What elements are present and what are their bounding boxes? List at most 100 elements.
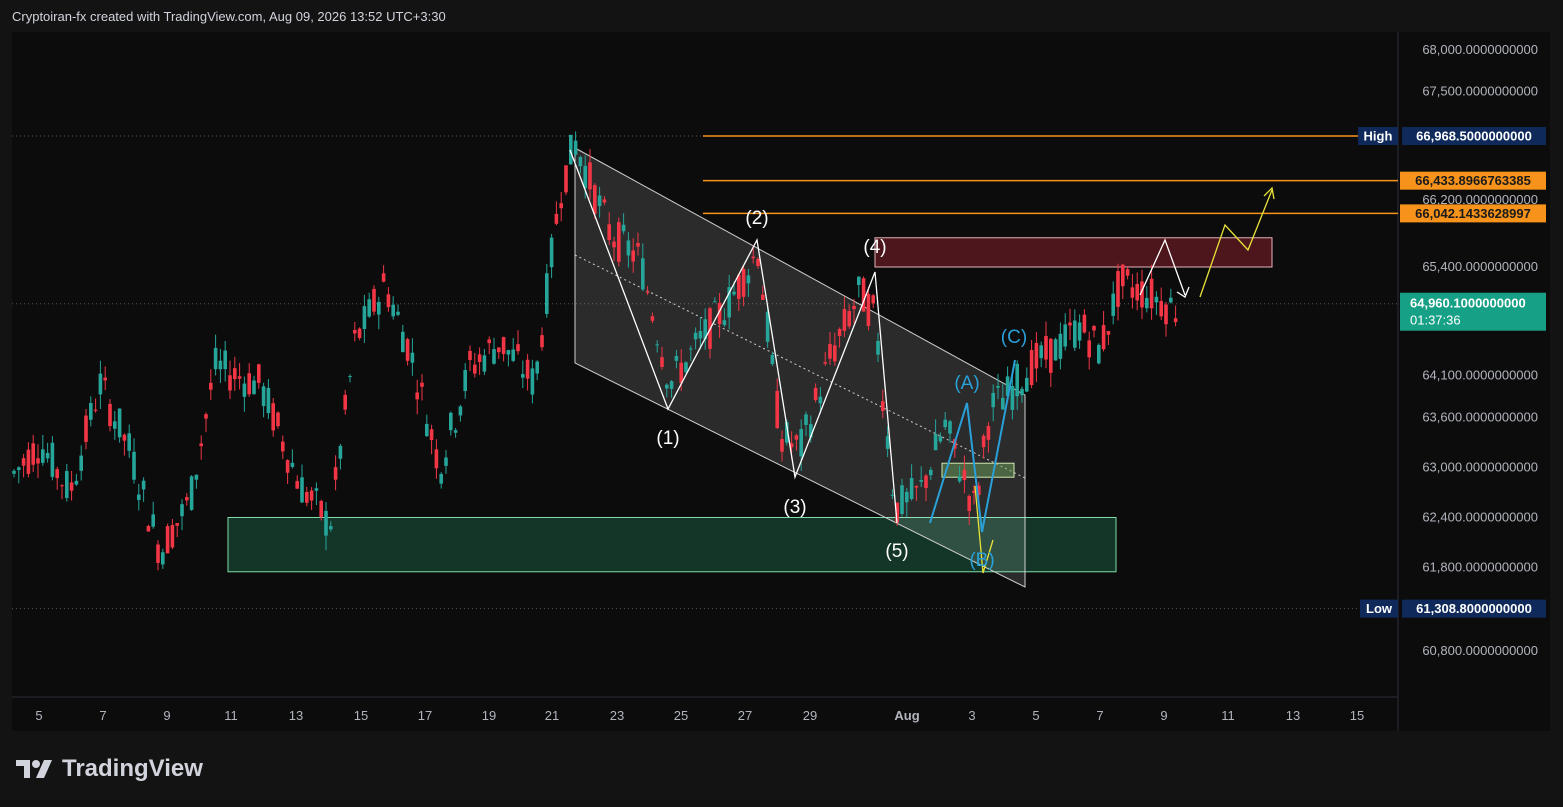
candle-body: [271, 403, 275, 431]
candle-body: [194, 474, 199, 480]
x-tick-label: 17: [418, 708, 432, 723]
candle-body: [962, 469, 967, 480]
wave-label: (B): [969, 550, 994, 571]
tradingview-wordmark: TradingView: [62, 755, 203, 782]
candle-body: [569, 134, 573, 165]
candle-body: [881, 401, 885, 411]
candle-body: [957, 476, 962, 482]
low-price-tag-label: 61,308.8000000000: [1416, 601, 1532, 616]
candle-body: [530, 368, 535, 395]
candle-body: [890, 494, 895, 496]
candle-body: [1029, 350, 1034, 386]
high-price-tag-label: 66,968.5000000000: [1416, 129, 1532, 144]
candle-body: [554, 213, 559, 224]
candle-body: [948, 421, 952, 434]
candle-body: [420, 382, 424, 387]
candle-body: [156, 544, 160, 563]
candle-body: [741, 269, 746, 297]
candle-body: [823, 362, 827, 364]
x-tick-label: 3: [968, 708, 975, 723]
candle-body: [79, 455, 83, 471]
candle-body: [300, 477, 304, 503]
candle-body: [261, 386, 266, 407]
candle-body: [861, 278, 866, 312]
candle-body: [401, 331, 405, 353]
y-tick-label: 63,000.0000000000: [1422, 459, 1538, 474]
candle-body: [852, 305, 856, 310]
candle-body: [1092, 326, 1096, 331]
candle-body: [377, 301, 381, 315]
high-tag-label: High: [1364, 129, 1393, 144]
candle-body: [1164, 304, 1168, 325]
candle-body: [132, 451, 136, 480]
wave-label: (C): [1001, 327, 1027, 348]
candle-body: [597, 195, 602, 207]
price-chart[interactable]: 68,000.000000000067,500.000000000066,200…: [0, 0, 1563, 807]
candle-body: [746, 275, 751, 284]
candle-body: [381, 273, 386, 282]
candle-body: [89, 403, 93, 420]
candle-body: [521, 374, 525, 378]
candle-body: [247, 373, 251, 395]
candle-body: [257, 364, 261, 383]
tradingview-logo[interactable]: TradingView: [16, 755, 203, 783]
tradingview-logo-icon: [16, 760, 52, 778]
candle-body: [799, 429, 803, 457]
candle-body: [319, 500, 323, 518]
candle-body: [324, 510, 328, 536]
y-tick-label: 62,400.0000000000: [1422, 510, 1538, 525]
candle-body: [93, 409, 98, 411]
x-tick-label: 13: [289, 708, 303, 723]
candle-body: [218, 360, 223, 370]
fib-level-tag-label: 66,042.1433628997: [1415, 206, 1531, 221]
candle-body: [837, 328, 842, 336]
candle-body: [185, 497, 189, 501]
candle-body: [266, 387, 271, 414]
candle-body: [415, 392, 419, 400]
candle-body: [871, 295, 875, 304]
candle-body: [209, 382, 213, 390]
candle-body: [981, 435, 986, 448]
candle-body: [857, 276, 861, 285]
candle-body: [237, 376, 242, 379]
x-tick-label: 13: [1286, 708, 1300, 723]
x-tick-label: 15: [1350, 708, 1364, 723]
candle-body: [242, 383, 247, 397]
candle-body: [410, 352, 415, 363]
candle-body: [444, 457, 448, 466]
candle-body: [991, 392, 995, 408]
candle-body: [60, 485, 64, 487]
candle-body: [693, 332, 698, 340]
candle-body: [919, 479, 923, 482]
candle-body: [55, 469, 59, 479]
candle-body: [141, 480, 146, 490]
candle-body: [170, 525, 175, 548]
candle-body: [631, 250, 635, 262]
candle-body: [180, 504, 184, 517]
y-tick-label: 67,500.0000000000: [1422, 84, 1538, 99]
candle-body: [660, 357, 664, 368]
candle-body: [45, 452, 50, 459]
candle-body: [732, 291, 736, 295]
candle-body: [669, 381, 674, 389]
candle-body: [41, 449, 45, 463]
candle-body: [453, 430, 458, 433]
candle-body: [737, 274, 741, 299]
candle-body: [1121, 264, 1125, 287]
candle-body: [914, 486, 919, 488]
candle-body: [108, 403, 112, 427]
candle-body: [545, 273, 549, 314]
candle-body: [775, 390, 779, 429]
candle-body: [650, 316, 655, 321]
candle-body: [21, 458, 26, 466]
candle-body: [396, 311, 400, 315]
candle-body: [996, 386, 1000, 388]
candle-body: [1034, 342, 1039, 369]
candle-body: [1125, 269, 1130, 276]
candle-body: [65, 471, 69, 499]
candle-body: [1101, 325, 1106, 350]
candle-body: [333, 467, 338, 480]
fib-level-tag-label: 66,433.8966763385: [1415, 173, 1531, 188]
candle-body: [780, 439, 784, 452]
candle-body: [1087, 340, 1091, 358]
